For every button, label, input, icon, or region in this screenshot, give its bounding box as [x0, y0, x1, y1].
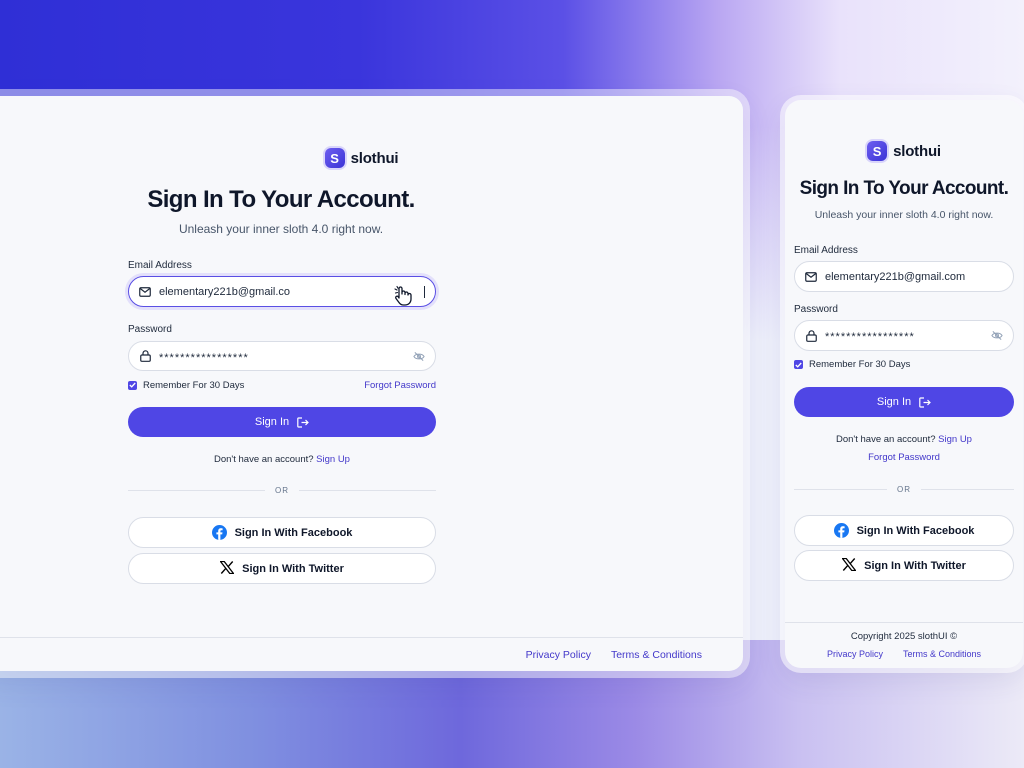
facebook-icon [833, 523, 849, 538]
no-account-text: Don't have an account? [836, 434, 936, 445]
desktop-footer-links: Privacy Policy Terms & Conditions [526, 649, 702, 661]
mail-icon [139, 286, 151, 298]
password-field[interactable]: ***************** [794, 320, 1014, 351]
mail-icon [805, 271, 817, 283]
privacy-policy-link[interactable]: Privacy Policy [526, 649, 591, 661]
forgot-password-link[interactable]: Forgot Password [785, 452, 1023, 463]
footer-divider [0, 637, 743, 638]
desktop-signin-card: S slothui Sign In To Your Account. Unlea… [0, 96, 743, 671]
slothui-logo-icon: S [867, 141, 888, 161]
remember-label: Remember For 30 Days [143, 379, 245, 391]
or-divider: OR [794, 485, 1014, 494]
signup-prompt: Don't have an account? Sign Up [128, 454, 436, 465]
terms-link[interactable]: Terms & Conditions [903, 649, 981, 659]
signup-prompt: Don't have an account? Sign Up [785, 434, 1023, 445]
divider-line [921, 489, 1014, 490]
sign-in-button[interactable]: Sign In [128, 407, 436, 437]
password-label: Password [794, 304, 838, 315]
twitter-signin-label: Sign In With Twitter [864, 559, 966, 572]
password-label: Password [128, 324, 172, 335]
sign-in-label: Sign In [254, 416, 290, 428]
password-value[interactable]: ***************** [825, 328, 983, 343]
remember-checkbox-group[interactable]: Remember For 30 Days [128, 380, 244, 391]
sign-in-button[interactable]: Sign In [794, 387, 1014, 417]
lock-icon [139, 350, 151, 362]
page-subtitle: Unleash your inner sloth 4.0 right now. [814, 209, 994, 221]
email-label: Email Address [794, 245, 858, 256]
x-twitter-icon [841, 557, 857, 574]
eye-off-icon[interactable] [991, 330, 1003, 342]
sign-up-link[interactable]: Sign Up [316, 454, 350, 465]
sign-up-link[interactable]: Sign Up [938, 434, 972, 445]
no-account-text: Don't have an account? [214, 454, 314, 465]
lock-icon [805, 329, 817, 342]
or-label: OR [275, 486, 289, 495]
login-arrow-icon [919, 396, 931, 408]
remember-label: Remember For 30 Days [809, 359, 911, 370]
email-label: Email Address [128, 260, 192, 271]
privacy-policy-link[interactable]: Privacy Policy [827, 649, 883, 659]
email-value[interactable]: elementary221b@gmail.com [825, 271, 1003, 283]
remember-row: Remember For 30 Days Forgot Password [128, 378, 436, 392]
email-field[interactable]: elementary221b@gmail.co [128, 276, 436, 307]
email-value[interactable]: elementary221b@gmail.co [159, 286, 592, 298]
sign-in-label: Sign In [876, 396, 912, 408]
mobile-signin-card: S slothui Sign In To Your Account. Unlea… [785, 100, 1023, 668]
divider-line [794, 489, 887, 490]
text-caret [424, 285, 425, 298]
divider-line [299, 490, 436, 491]
login-arrow-icon [297, 416, 309, 428]
hand-pointer-icon [392, 284, 416, 313]
brand-name: slothui [893, 142, 941, 160]
page-title: Sign In To Your Account. [147, 186, 415, 213]
divider-line [128, 490, 265, 491]
slothui-logo-icon: S [324, 148, 345, 168]
brand-logo: S slothui [0, 148, 743, 168]
or-label: OR [897, 485, 911, 494]
facebook-signin-label: Sign In With Facebook [856, 524, 975, 537]
page-title: Sign In To Your Account. [799, 178, 1009, 199]
checkbox-checked-icon[interactable] [128, 380, 137, 390]
eye-off-icon[interactable] [413, 350, 425, 362]
forgot-password-link[interactable]: Forgot Password [364, 380, 436, 391]
twitter-signin-button[interactable]: Sign In With Twitter [128, 553, 436, 584]
email-field[interactable]: elementary221b@gmail.com [794, 261, 1014, 292]
x-twitter-icon [219, 560, 235, 577]
facebook-signin-label: Sign In With Facebook [234, 526, 353, 539]
facebook-icon [211, 525, 227, 540]
copyright-text: Copyright 2025 slothUI © [850, 631, 958, 642]
brand-logo: S slothui [785, 141, 1023, 161]
facebook-signin-button[interactable]: Sign In With Facebook [794, 515, 1014, 546]
terms-link[interactable]: Terms & Conditions [611, 649, 702, 661]
checkbox-checked-icon[interactable] [794, 360, 803, 369]
mobile-footer-links: Privacy Policy Terms & Conditions [785, 649, 1023, 659]
brand-name: slothui [350, 149, 399, 167]
twitter-signin-label: Sign In With Twitter [242, 562, 344, 575]
footer-divider [785, 622, 1023, 623]
password-field[interactable]: ***************** [128, 341, 436, 371]
page-subtitle: Unleash your inner sloth 4.0 right now. [178, 222, 384, 236]
remember-checkbox-group[interactable]: Remember For 30 Days [794, 359, 910, 370]
twitter-signin-button[interactable]: Sign In With Twitter [794, 550, 1014, 581]
password-value[interactable]: ***************** [159, 349, 405, 364]
facebook-signin-button[interactable]: Sign In With Facebook [128, 517, 436, 548]
or-divider: OR [128, 486, 436, 495]
